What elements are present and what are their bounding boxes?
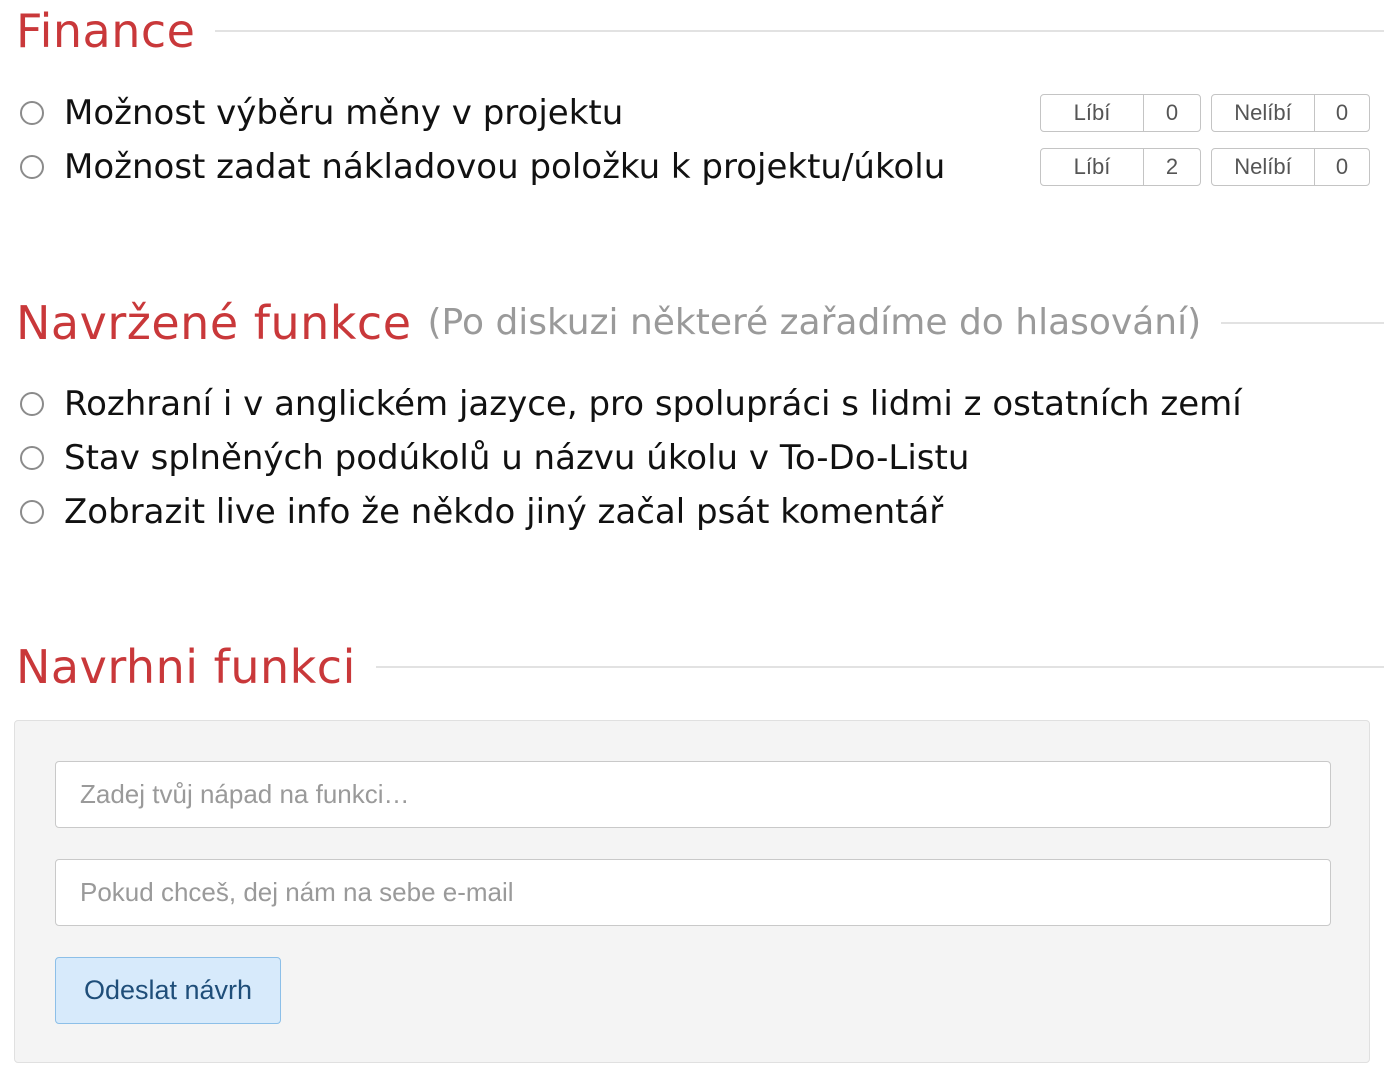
radio-button[interactable] (20, 500, 44, 524)
radio-button[interactable] (20, 446, 44, 470)
suggest-heading: Navrhni funkci (16, 644, 1384, 690)
feature-item: Možnost zadat nákladovou položku k proje… (20, 145, 1370, 189)
proposal-label: Rozhraní i v anglickém jazyce, pro spolu… (64, 384, 1242, 424)
finance-title: Finance (16, 4, 196, 58)
page: Finance Možnost výběru měny v projektu L… (0, 0, 1384, 1080)
finance-heading: Finance (16, 8, 1384, 54)
idea-input[interactable] (55, 761, 1331, 828)
dislike-label: Nelíbí (1212, 149, 1315, 185)
radio-button[interactable] (20, 101, 44, 125)
submit-button[interactable]: Odeslat návrh (55, 957, 281, 1024)
proposed-divider (1221, 322, 1384, 324)
dislike-count: 0 (1335, 100, 1349, 125)
proposed-title: Navržené funkce (16, 296, 412, 350)
feature-label: Možnost výběru měny v projektu (64, 93, 624, 133)
proposal-item: Zobrazit live info že někdo jiný začal p… (20, 490, 1370, 534)
like-count: 0 (1165, 100, 1179, 125)
feature-label: Možnost zadat nákladovou položku k proje… (64, 147, 946, 187)
proposal-item: Rozhraní i v anglickém jazyce, pro spolu… (20, 382, 1370, 426)
vote-group: Líbí 0 Nelíbí 0 (1040, 94, 1370, 132)
like-label: Líbí (1041, 95, 1144, 131)
dislike-button[interactable]: Nelíbí 0 (1211, 148, 1370, 186)
like-label: Líbí (1041, 149, 1144, 185)
like-button[interactable]: Líbí 0 (1040, 94, 1201, 132)
radio-button[interactable] (20, 155, 44, 179)
proposal-label: Stav splněných podúkolů u názvu úkolu v … (64, 438, 970, 478)
proposed-subtitle: (Po diskuzi některé zařadíme do hlasován… (427, 302, 1202, 343)
radio-button[interactable] (20, 392, 44, 416)
like-button[interactable]: Líbí 2 (1040, 148, 1201, 186)
dislike-button[interactable]: Nelíbí 0 (1211, 94, 1370, 132)
feature-item: Možnost výběru měny v projektu Líbí 0 Ne… (20, 91, 1370, 135)
suggestion-form: Odeslat návrh (14, 720, 1370, 1063)
proposal-label: Zobrazit live info že někdo jiný začal p… (64, 492, 944, 532)
like-count: 2 (1165, 154, 1179, 179)
email-input[interactable] (55, 859, 1331, 926)
dislike-label: Nelíbí (1212, 95, 1315, 131)
dislike-count: 0 (1335, 154, 1349, 179)
vote-group: Líbí 2 Nelíbí 0 (1040, 148, 1370, 186)
proposed-heading: Navržené funkce (Po diskuzi některé zařa… (16, 300, 1384, 346)
proposal-item: Stav splněných podúkolů u názvu úkolu v … (20, 436, 1370, 480)
finance-divider (215, 30, 1384, 32)
suggest-title: Navrhni funkci (16, 640, 356, 694)
suggest-divider (375, 666, 1384, 668)
